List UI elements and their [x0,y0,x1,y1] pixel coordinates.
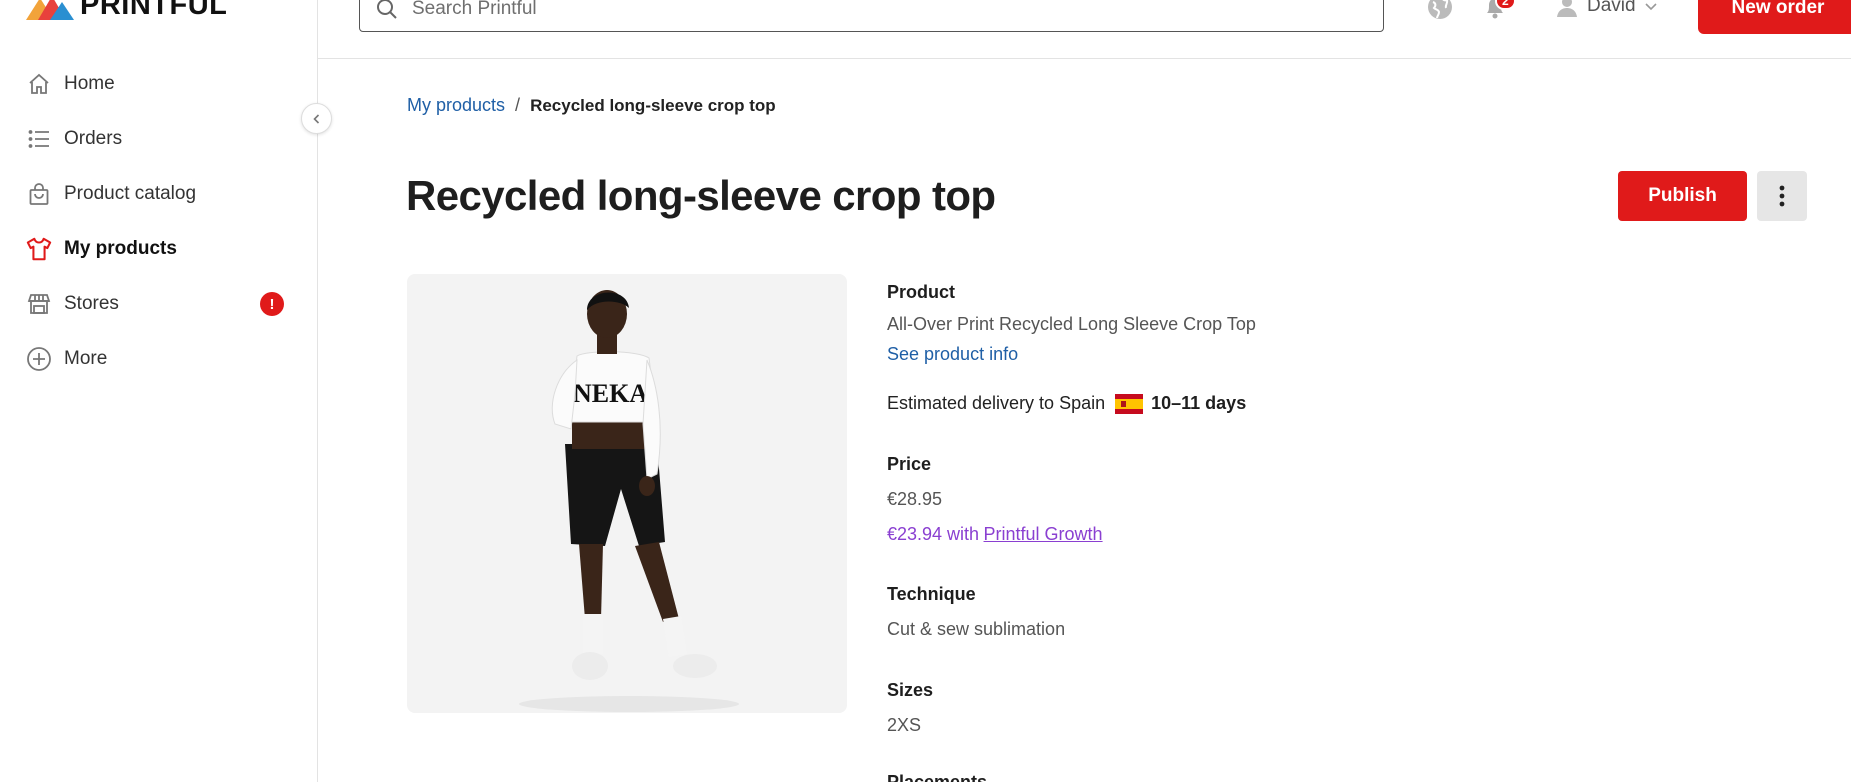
price-label: Price [887,454,932,474]
delivery-estimate: Estimated delivery to Spain 10–11 days [887,393,1246,414]
list-icon [26,126,52,152]
sizes-label: Sizes [887,680,934,700]
sidebar-item-label: Product catalog [64,182,197,204]
user-name: David [1587,0,1636,16]
collapse-sidebar-button[interactable] [301,103,332,134]
breadcrumb-separator: / [515,95,521,115]
sidebar-item-product-catalog[interactable]: Product catalog [0,166,317,221]
sidebar-item-my-products[interactable]: My products [0,221,317,276]
breadcrumb-my-products-link[interactable]: My products [407,95,505,116]
brand-name: PRINTFUL [80,0,228,21]
printful-growth-link[interactable]: Printful Growth [984,524,1103,544]
breadcrumb-current: Recycled long-sleeve crop top [530,95,776,115]
printful-logo[interactable]: PRINTFUL [26,0,227,22]
sidebar-item-orders[interactable]: Orders [0,111,317,166]
language-button[interactable] [1427,0,1453,25]
home-icon [26,71,52,97]
see-product-info-link[interactable]: See product info [887,344,1018,364]
tshirt-icon [26,236,52,262]
breadcrumb: My products / Recycled long-sleeve crop … [407,95,776,116]
growth-price: €23.94 with Printful Growth [887,524,1103,545]
top-bar: 2 David New order [318,0,1851,59]
globe-icon [1428,0,1452,19]
chevron-left-icon [312,113,319,124]
sidebar-item-label: More [64,347,108,369]
sidebar-nav: Home Orders Product catalog My products … [0,56,317,386]
sidebar: PRINTFUL Home Orders Product catalog My … [0,0,318,782]
technique-label: Technique [887,584,976,604]
search-icon [377,0,397,19]
sidebar-item-home[interactable]: Home [0,56,317,111]
sizes-value: 2XS [887,715,922,735]
shopping-bag-icon [26,181,52,207]
plus-circle-icon [26,346,52,372]
sidebar-item-stores[interactable]: Stores ! [0,276,317,331]
notification-count-badge: 2 [1495,0,1516,10]
delivery-days: 10–11 days [1151,393,1247,413]
search-input[interactable] [412,0,1312,20]
spain-flag-icon [1115,393,1144,414]
price-value: €28.95 [887,489,943,509]
more-actions-button[interactable] [1757,171,1807,221]
model-photo: NEKA [519,290,739,712]
delivery-text: Estimated delivery to Spain [887,393,1106,413]
technique-value: Cut & sew sublimation [887,619,1066,639]
growth-price-text: €23.94 with [887,524,980,544]
svg-text:NEKA: NEKA [573,379,648,408]
chevron-down-icon [1645,3,1657,11]
product-label: Product [887,282,956,302]
product-section: Product [887,282,955,303]
stores-alert-badge: ! [260,292,284,316]
user-icon [1557,0,1577,17]
printful-logo-icon [26,0,74,20]
kebab-menu-icon [1779,185,1785,207]
user-menu[interactable]: David [1555,0,1658,18]
sidebar-item-label: My products [64,237,177,259]
product-image[interactable]: NEKA [407,274,847,713]
search-box[interactable] [359,0,1384,32]
product-name: All-Over Print Recycled Long Sleeve Crop… [887,314,1256,334]
placements-label: Placements [887,772,988,782]
sidebar-item-label: Orders [64,127,123,149]
sidebar-item-label: Home [64,72,115,94]
publish-button[interactable]: Publish [1618,171,1747,221]
page-title: Recycled long-sleeve crop top [406,172,996,219]
sidebar-item-label: Stores [64,292,119,314]
store-icon [26,291,52,317]
new-order-button[interactable]: New order [1698,0,1851,34]
sidebar-item-more[interactable]: More [0,331,317,386]
